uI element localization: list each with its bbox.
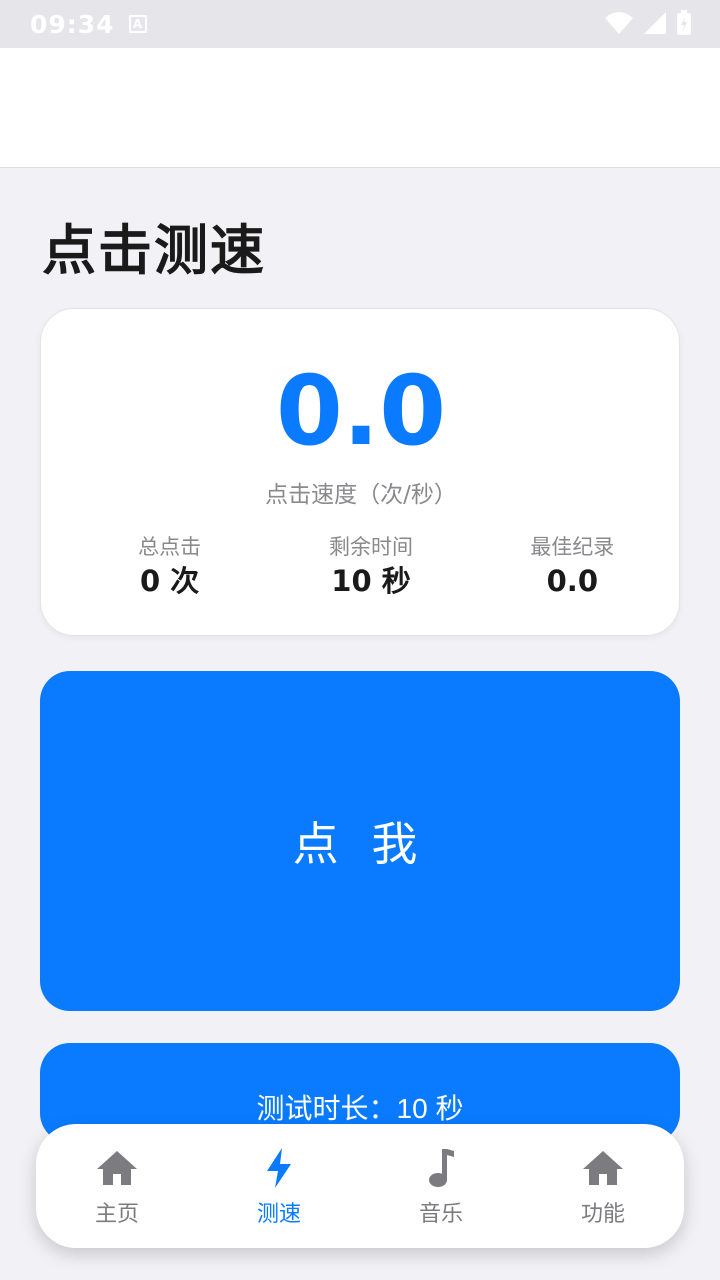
status-time: 09:34	[30, 9, 115, 39]
stat-total-clicks: 总点击 0 次	[69, 533, 270, 601]
stat-label: 最佳纪录	[530, 535, 615, 559]
home-icon	[95, 1146, 139, 1190]
stats-card: 0.0 点击速度（次/秒） 总点击 0 次 剩余时间 10 秒 最佳纪录 0.0	[40, 308, 680, 636]
status-icons	[604, 10, 692, 36]
stat-value: 0.0	[546, 564, 598, 598]
nav-item-music[interactable]: 音乐	[360, 1124, 522, 1248]
stat-label: 剩余时间	[328, 535, 413, 559]
nav-label: 音乐	[418, 1202, 463, 1227]
notification-a-icon: A	[128, 15, 147, 33]
music-note-icon	[419, 1146, 463, 1190]
status-bar: 09:34 A	[0, 0, 720, 48]
signal-icon	[644, 12, 666, 34]
nav-item-features[interactable]: 功能	[522, 1124, 684, 1248]
stat-time-remaining: 剩余时间 10 秒	[270, 533, 471, 601]
tap-button[interactable]: 点 我	[40, 671, 680, 1011]
stat-label: 总点击	[138, 535, 202, 559]
bottom-nav: 主页 测速 音乐 功能	[36, 1124, 684, 1248]
nav-item-home[interactable]: 主页	[36, 1124, 198, 1248]
stats-row: 总点击 0 次 剩余时间 10 秒 最佳纪录 0.0	[41, 533, 681, 601]
page-title: 点击测速	[42, 219, 266, 282]
home-icon	[581, 1146, 625, 1190]
wifi-icon	[605, 12, 633, 34]
battery-icon	[677, 10, 691, 35]
nav-label: 测速	[256, 1202, 301, 1227]
app-top-bar	[0, 48, 720, 168]
speed-value: 0.0	[275, 355, 447, 467]
speed-label: 点击速度（次/秒）	[265, 482, 457, 508]
stat-value: 0 次	[140, 564, 200, 598]
stat-value: 10 秒	[331, 564, 411, 598]
nav-label: 主页	[94, 1202, 139, 1227]
nav-label: 功能	[580, 1202, 625, 1227]
stat-best-record: 最佳纪录 0.0	[472, 533, 673, 601]
bolt-icon	[257, 1146, 301, 1190]
nav-item-speed-test[interactable]: 测速	[198, 1124, 360, 1248]
